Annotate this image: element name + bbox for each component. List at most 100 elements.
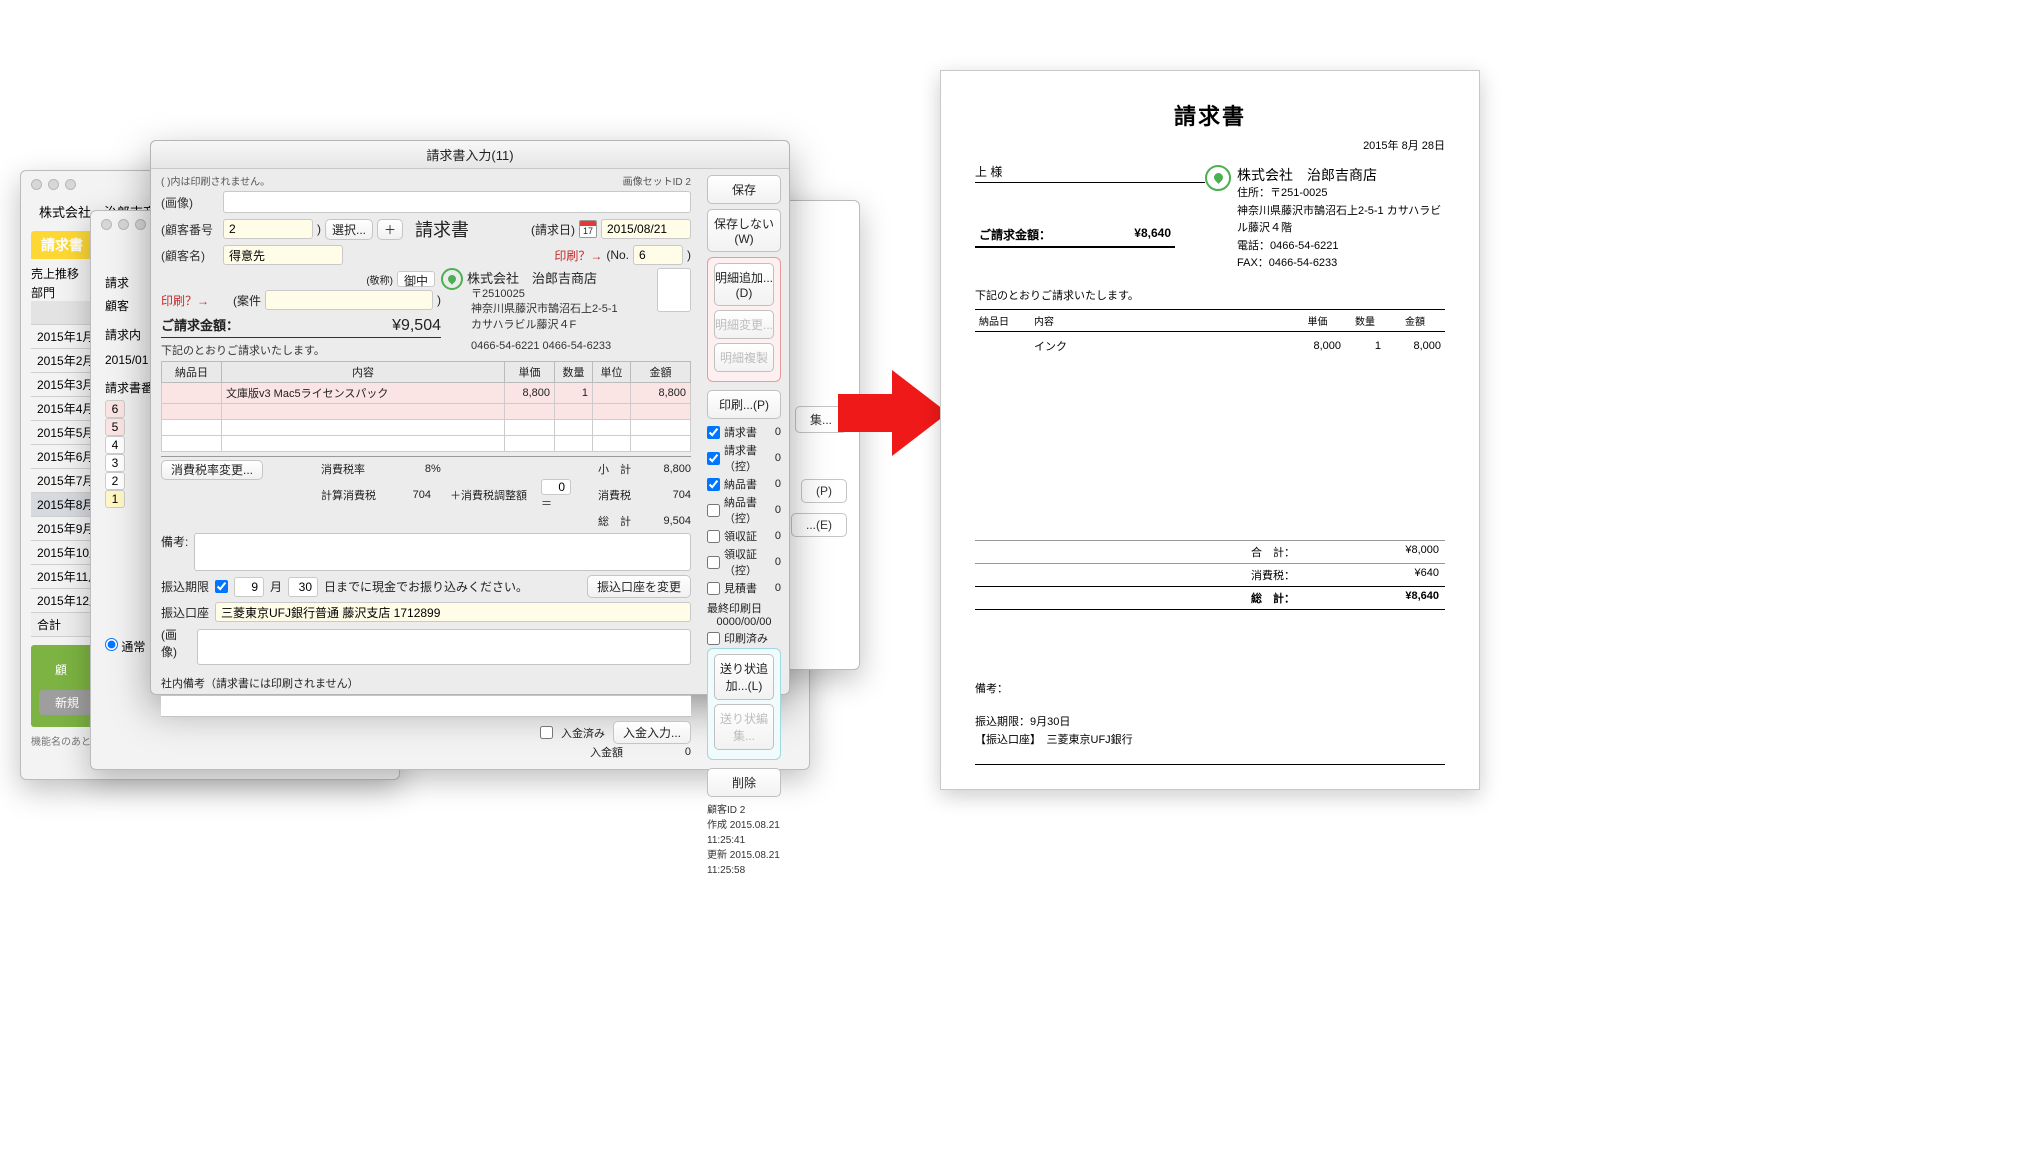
due-month[interactable] xyxy=(234,577,264,597)
lastprint-value: 0000/00/00 xyxy=(707,616,781,628)
lastprint-label: 最終印刷日 xyxy=(707,600,781,616)
pct: % xyxy=(431,463,461,475)
total-value: 9,504 xyxy=(631,515,691,527)
bg1-btn-2[interactable]: 新規 xyxy=(39,690,95,715)
bg2-num[interactable]: 6 xyxy=(105,400,125,418)
table-row[interactable] xyxy=(162,404,691,420)
doc-company: 株式会社 治郎吉商店 xyxy=(1237,165,1445,185)
table-row[interactable] xyxy=(162,436,691,452)
amount-value: ¥9,504 xyxy=(392,317,441,335)
doc-title: 請求書 xyxy=(415,216,469,242)
image2-label: (画像) xyxy=(161,626,191,660)
invoice-preview: 請求書 2015年 8月 28日 上 様 ご請求金額：¥8,640 株式会社 治… xyxy=(940,70,1480,790)
reqdate-input[interactable] xyxy=(601,219,691,239)
bg2-radio-label: 通常 xyxy=(121,640,145,654)
th-desc: 内容 xyxy=(222,362,505,383)
send-add-button[interactable]: 送り状追加...(L) xyxy=(714,654,774,700)
print-checkbox[interactable] xyxy=(707,426,720,439)
calctax-value: 704 xyxy=(391,489,431,501)
customer-no-input[interactable] xyxy=(223,219,313,239)
subtotal-value: 8,800 xyxy=(631,463,691,475)
calendar-icon[interactable]: 17 xyxy=(579,220,597,238)
detail-add-button[interactable]: 明細追加...(D) xyxy=(714,263,774,306)
doc-table: 納品日 内容 単価 数量 金額 インク 8,00018,000 xyxy=(975,309,1445,360)
th-price: 単価 xyxy=(505,362,555,383)
subject-input[interactable] xyxy=(265,290,433,310)
print-checkbox[interactable] xyxy=(707,478,720,491)
honorific-value[interactable]: 御中 xyxy=(397,271,435,287)
bg1-tab[interactable]: 請求書 xyxy=(31,231,93,259)
print-check-row: 請求書0 xyxy=(707,424,781,440)
table-row[interactable]: 文庫版v3 Mac5ライセンスパック 8,8001 8,800 xyxy=(162,383,691,404)
detail-dup-button[interactable]: 明細複製 xyxy=(714,343,774,372)
taxadj-input[interactable] xyxy=(541,479,571,495)
bg2-radio[interactable] xyxy=(105,638,118,651)
note-left: ( )内は印刷されません。 xyxy=(161,177,270,188)
print-checkbox[interactable] xyxy=(707,556,720,569)
change-account-button[interactable]: 振込口座を変更 xyxy=(587,575,691,598)
due-label: 振込期限 xyxy=(161,578,209,595)
print-checkbox[interactable] xyxy=(707,452,720,465)
print-check-row: 請求書（控）0 xyxy=(707,442,781,474)
bank-label: 振込口座 xyxy=(161,604,209,621)
print-toggle-1[interactable]: 印刷？→ xyxy=(554,247,602,264)
image2-box[interactable] xyxy=(197,629,691,665)
bg2-num[interactable]: 2 xyxy=(105,472,125,490)
dth-qty: 数量 xyxy=(1345,309,1385,331)
doc-fax: FAX：0466-54-6233 xyxy=(1237,255,1445,273)
footer-updated-l: 更新 xyxy=(707,850,727,861)
tax-rate-button[interactable]: 消費税率変更... xyxy=(161,460,263,480)
printed-checkbox[interactable] xyxy=(707,632,720,645)
dont-save-button[interactable]: 保存しない (W) xyxy=(707,209,781,252)
tax-label: 消費税 xyxy=(581,487,631,503)
internal-note-box[interactable] xyxy=(161,695,691,717)
bg1-btn-1[interactable]: 顧 xyxy=(39,657,83,682)
detail-edit-button[interactable]: 明細変更... xyxy=(714,310,774,339)
due-day[interactable] xyxy=(288,577,318,597)
bg3-btn3[interactable]: ...(E) xyxy=(791,513,847,537)
bg3-btn2[interactable]: (P) xyxy=(801,479,847,503)
dth-price: 単価 xyxy=(1290,309,1345,331)
th-amt: 金額 xyxy=(631,362,691,383)
customer-name-label: (顧客名) xyxy=(161,247,219,264)
bg2-num[interactable]: 3 xyxy=(105,454,125,472)
select-button[interactable]: 選択... xyxy=(325,219,373,240)
paid-checkbox[interactable] xyxy=(540,726,553,739)
memo-textarea[interactable] xyxy=(194,533,691,571)
paid-entry-button[interactable]: 入金入力... xyxy=(613,721,691,744)
image-box[interactable] xyxy=(223,191,691,213)
print-checkbox[interactable] xyxy=(707,504,720,517)
doc-addr2: 神奈川県藤沢市鵠沼石上2-5-1 カサハラビル藤沢４階 xyxy=(1237,203,1445,238)
customer-name-input[interactable] xyxy=(223,245,343,265)
save-button[interactable]: 保存 xyxy=(707,175,781,204)
table-row[interactable] xyxy=(162,420,691,436)
due-checkbox[interactable] xyxy=(215,580,228,593)
bank-input[interactable] xyxy=(215,602,691,622)
print-checkbox[interactable] xyxy=(707,530,720,543)
tax-value: 704 xyxy=(631,489,691,501)
bg2-num[interactable]: 4 xyxy=(105,436,125,454)
delete-button[interactable]: 削除 xyxy=(707,768,781,797)
plus-button[interactable]: ＋ xyxy=(377,219,403,240)
taxadj-label: 消費税調整額 xyxy=(461,487,541,503)
bg2-num[interactable]: 1 xyxy=(105,490,125,508)
no-input[interactable] xyxy=(633,245,683,265)
print-button[interactable]: 印刷...(P) xyxy=(707,390,781,419)
paid-amt: 0 xyxy=(631,746,691,758)
dth-date: 納品日 xyxy=(975,309,1030,331)
print-checkbox[interactable] xyxy=(707,582,720,595)
line-items-table[interactable]: 納品日 内容 単価 数量 単位 金額 文庫版v3 Mac5ライセンスパック 8,… xyxy=(161,361,691,452)
note-right: 画像セットID 2 xyxy=(623,173,691,188)
image-label: (画像) xyxy=(161,194,219,211)
detail-group: 明細追加...(D) 明細変更... 明細複製 xyxy=(707,257,781,382)
doc-amount: ¥8,640 xyxy=(1134,226,1171,243)
print-toggle-2[interactable]: 印刷？→ xyxy=(161,292,209,309)
send-edit-button[interactable]: 送り状編集... xyxy=(714,704,774,750)
print-check-row: 納品書（控）0 xyxy=(707,494,781,526)
addr-tel: 0466-54-6221 0466-54-6233 xyxy=(471,339,618,354)
dt-tax: ¥640 xyxy=(1415,567,1439,583)
dt-sub-l: 合 計： xyxy=(1251,544,1321,560)
stamp-box[interactable] xyxy=(657,268,691,312)
bg2-num[interactable]: 5 xyxy=(105,418,125,436)
print-check-count: 0 xyxy=(775,426,781,438)
